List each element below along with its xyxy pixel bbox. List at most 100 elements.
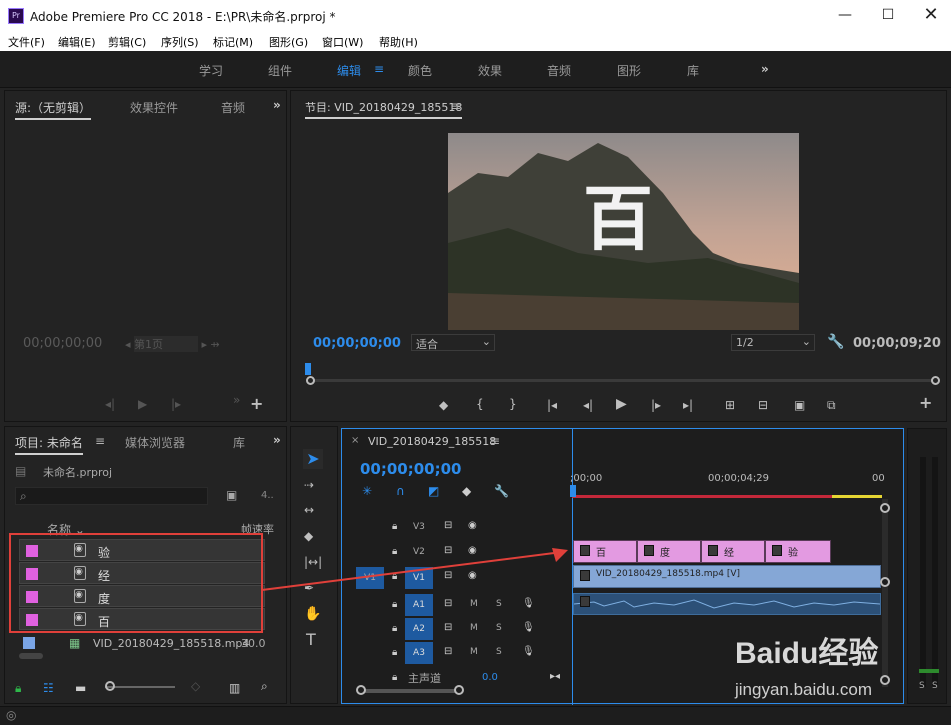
step-forward-icon[interactable]: |▸ (171, 397, 181, 411)
master-volume[interactable]: 0.0 (482, 672, 498, 683)
play-icon[interactable]: ▶ (616, 397, 627, 411)
zoom-handle-right[interactable] (454, 685, 464, 695)
mute-button[interactable]: M (470, 623, 478, 633)
workspace-assembly[interactable]: 组件 (268, 62, 292, 79)
audio-clip[interactable] (573, 593, 881, 615)
playhead-marker[interactable] (305, 363, 311, 375)
search-icon[interactable]: ⌕ (261, 679, 268, 694)
solo-right-button[interactable]: S (932, 681, 938, 691)
sync-lock-icon[interactable]: ⊟ (444, 622, 452, 633)
minimize-icon[interactable]: — (830, 4, 860, 26)
track-select-tool-icon[interactable]: ⇢ (304, 478, 314, 492)
menu-sequence[interactable]: 序列(S) (161, 34, 199, 50)
lock-icon[interactable]: 🔒︎ (15, 681, 21, 696)
list-view-icon[interactable]: ☷ (43, 681, 54, 695)
workspace-libraries[interactable]: 库 (687, 62, 699, 79)
scrub-end-handle[interactable] (931, 376, 940, 385)
menu-help[interactable]: 帮助(H) (379, 34, 418, 50)
tab-effect-controls[interactable]: 效果控件 (130, 99, 178, 116)
close-icon[interactable]: ✕ (916, 4, 946, 26)
resolution-dropdown[interactable]: 1/2 ⌄ (731, 334, 815, 351)
zoom-handle-left[interactable] (356, 685, 366, 695)
maximize-icon[interactable]: ☐ (873, 4, 903, 26)
snap-icon[interactable]: ✳ (362, 484, 372, 498)
workspace-color[interactable]: 颜色 (408, 62, 432, 79)
menu-clip[interactable]: 剪辑(C) (108, 34, 146, 50)
menu-file[interactable]: 文件(F) (8, 34, 45, 50)
step-back-icon[interactable]: ◂| (105, 397, 115, 411)
video-clip[interactable]: VID_20180429_185518.mp4 [V] (573, 565, 881, 588)
sync-lock-icon[interactable]: ⊟ (444, 646, 452, 657)
eye-icon[interactable]: ◉ (468, 520, 477, 531)
workspace-graphics[interactable]: 图形 (617, 62, 641, 79)
play-icon[interactable]: ▶ (138, 397, 147, 411)
add-marker-icon[interactable]: ◆ (439, 398, 448, 412)
scroll-handle-bottom[interactable] (880, 675, 890, 685)
add-marker-icon[interactable]: ◩ (428, 484, 439, 498)
menu-edit[interactable]: 编辑(E) (58, 34, 96, 50)
menu-graphics[interactable]: 图形(G) (269, 34, 308, 50)
mark-in-icon[interactable]: { (476, 397, 484, 411)
scroll-handle-top[interactable] (880, 503, 890, 513)
sort-icon[interactable]: ◇ (191, 679, 200, 693)
zoom-slider-handle[interactable] (105, 681, 115, 691)
timeline-playhead[interactable] (570, 485, 576, 497)
sync-lock-icon[interactable]: ⊟ (444, 520, 452, 531)
find-icon[interactable]: ▣ (226, 488, 237, 502)
automate-icon[interactable]: ▥ (229, 681, 240, 695)
type-tool-icon[interactable]: T (306, 632, 316, 648)
step-forward-icon[interactable]: |▸ (651, 398, 661, 412)
mute-button[interactable]: M (470, 647, 478, 657)
lift-icon[interactable]: ⊞ (725, 398, 735, 412)
selection-tool-icon[interactable]: ➤ (303, 449, 323, 469)
scrub-start-handle[interactable] (306, 376, 315, 385)
project-search-input[interactable]: ⌕ (15, 487, 208, 505)
workspace-audio[interactable]: 音频 (547, 62, 571, 79)
horizontal-zoom-bar[interactable] (360, 689, 460, 693)
go-to-out-icon[interactable]: ▸| (683, 398, 693, 412)
compare-icon[interactable]: ⧉ (827, 398, 836, 412)
solo-button[interactable]: S (496, 623, 502, 633)
program-menu-icon[interactable]: ≡ (451, 99, 461, 113)
graphic-clip[interactable]: 验 (765, 540, 831, 563)
tab-sequence[interactable]: VID_20180429_185518 (368, 435, 496, 448)
camera-icon[interactable]: ▣ (794, 398, 805, 412)
solo-left-button[interactable]: S (919, 681, 925, 691)
graphic-clip[interactable]: 经 (701, 540, 765, 563)
menu-marker[interactable]: 标记(M) (213, 34, 253, 50)
project-menu-icon[interactable]: ≡ (95, 434, 105, 448)
tab-media-browser[interactable]: 媒体浏览器 (125, 434, 185, 451)
program-scrubber[interactable] (309, 379, 937, 382)
lock-icon[interactable]: 🔒︎ (392, 623, 397, 634)
graphic-clip[interactable]: 度 (637, 540, 701, 563)
panel-more-icon[interactable]: » (273, 433, 281, 447)
track-target-a2[interactable]: A2 (405, 618, 433, 640)
menu-window[interactable]: 窗口(W) (322, 34, 363, 50)
scroll-handle-mid[interactable] (880, 577, 890, 587)
list-item[interactable]: ▦ VID_20180429_185518.mp4 30.0 (19, 633, 279, 655)
tab-audio[interactable]: 音频 (221, 99, 245, 116)
marker-icon[interactable]: ◆ (462, 484, 471, 498)
program-timecode[interactable]: 00;00;00;00 (313, 336, 401, 351)
go-to-end-icon[interactable]: ▸◂ (550, 671, 560, 682)
microphone-icon[interactable]: 🎙︎ (522, 622, 535, 633)
zoom-slider[interactable] (105, 686, 175, 688)
lock-icon[interactable]: 🔒︎ (392, 647, 397, 658)
sequence-menu-icon[interactable]: ≡ (490, 434, 500, 448)
wrench-icon[interactable]: 🔧 (494, 484, 509, 498)
tab-project[interactable]: 项目: 未命名 (15, 434, 83, 455)
microphone-icon[interactable]: 🎙︎ (522, 646, 535, 657)
linked-selection-icon[interactable]: ∩ (396, 484, 405, 498)
workspace-menu-icon[interactable]: ≡ (374, 62, 384, 76)
mark-out-icon[interactable]: } (509, 397, 517, 411)
more-buttons-icon[interactable]: » (233, 393, 240, 407)
horizontal-scrollbar[interactable] (19, 653, 43, 659)
wrench-icon[interactable]: 🔧 (827, 334, 844, 350)
graphic-clip[interactable]: 百 (573, 540, 637, 563)
panel-more-icon[interactable]: » (273, 98, 281, 112)
tab-libraries[interactable]: 库 (233, 434, 245, 451)
fit-dropdown[interactable]: 适合 ⌄ (411, 334, 495, 351)
timeline-timecode[interactable]: 00;00;00;00 (360, 460, 462, 478)
add-button-icon[interactable]: + (250, 396, 263, 412)
extract-icon[interactable]: ⊟ (758, 398, 768, 412)
